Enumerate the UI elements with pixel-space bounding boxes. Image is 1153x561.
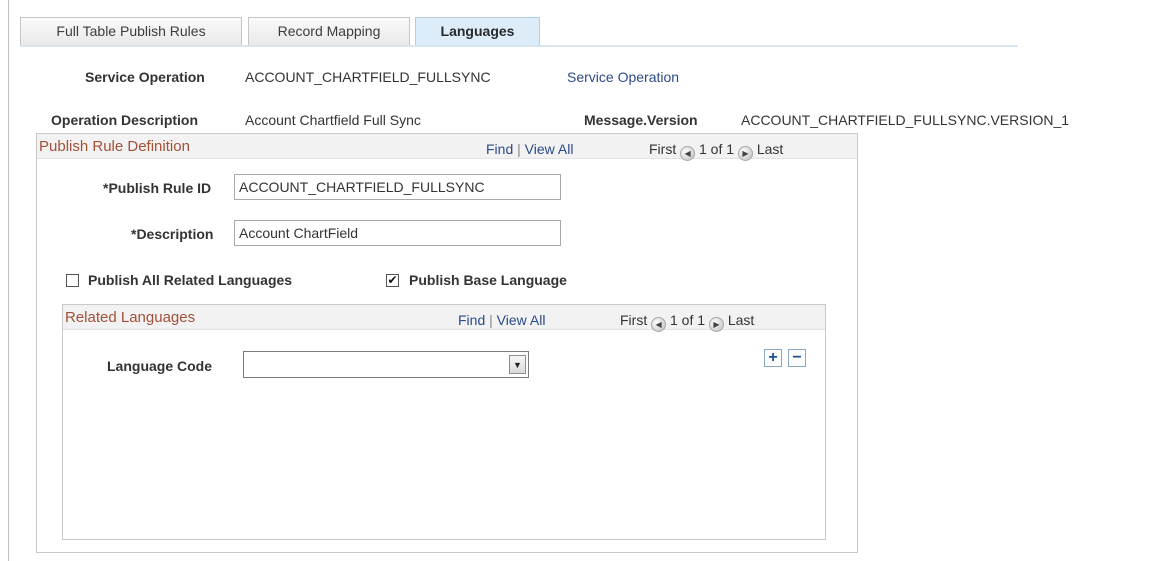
find-link[interactable]: Find <box>486 141 513 157</box>
first-label: First <box>649 141 677 157</box>
arrow-left-circle-icon[interactable]: ◀ <box>680 146 696 161</box>
service-operation-label: Service Operation <box>85 69 205 85</box>
arrow-right-circle-icon[interactable]: ▶ <box>708 317 724 332</box>
description-input[interactable]: Account ChartField <box>234 220 561 246</box>
related-languages-paging: First ◀ 1 of 1 ▶ Last <box>620 312 754 332</box>
publish-all-related-checkbox[interactable] <box>66 274 79 287</box>
add-row-button[interactable]: + <box>764 349 782 367</box>
row-count: 1 of 1 <box>699 141 735 157</box>
publish-rule-definition-title: Publish Rule Definition <box>39 138 190 155</box>
description-label: *Description <box>131 226 214 242</box>
publish-rule-id-input[interactable]: ACCOUNT_CHARTFIELD_FULLSYNC <box>234 174 561 200</box>
language-code-select[interactable]: ▼ <box>243 351 529 378</box>
page-left-border <box>8 0 9 561</box>
last-label: Last <box>756 141 784 157</box>
view-all-link[interactable]: View All <box>525 141 574 157</box>
chevron-down-icon[interactable]: ▼ <box>509 355 526 374</box>
publish-all-related-label: Publish All Related Languages <box>88 272 293 288</box>
tab-record-mapping[interactable]: Record Mapping <box>248 17 410 45</box>
related-languages-title: Related Languages <box>65 309 196 326</box>
tab-languages[interactable]: Languages <box>415 17 540 45</box>
publish-rule-paging: First ◀ 1 of 1 ▶ Last <box>649 141 783 161</box>
language-code-label: Language Code <box>107 358 213 374</box>
publish-rule-definition-group: Publish Rule Definition Find | View All … <box>36 133 858 553</box>
publish-base-language-label: Publish Base Language <box>409 272 567 288</box>
view-all-link[interactable]: View All <box>497 312 546 328</box>
arrow-right-circle-icon[interactable]: ▶ <box>737 146 753 161</box>
message-version-label: Message.Version <box>584 112 698 128</box>
last-label: Last <box>727 312 755 328</box>
tab-underline <box>20 45 1018 47</box>
arrow-left-circle-icon[interactable]: ◀ <box>651 317 667 332</box>
nav-separator: | <box>517 141 521 157</box>
tab-full-table-publish-rules[interactable]: Full Table Publish Rules <box>20 17 242 45</box>
related-languages-nav: Find | View All <box>458 312 545 328</box>
publish-rule-nav: Find | View All <box>486 141 573 157</box>
delete-row-button[interactable]: − <box>788 349 806 367</box>
operation-description-value: Account Chartfield Full Sync <box>245 112 421 128</box>
service-operation-link[interactable]: Service Operation <box>567 69 679 85</box>
message-version-value: ACCOUNT_CHARTFIELD_FULLSYNC.VERSION_1 <box>741 112 1070 128</box>
publish-base-language-checkbox[interactable]: ✔ <box>386 274 399 287</box>
row-count: 1 of 1 <box>670 312 706 328</box>
first-label: First <box>620 312 648 328</box>
publish-rule-id-label: *Publish Rule ID <box>103 180 212 196</box>
nav-separator: | <box>489 312 493 328</box>
operation-description-label: Operation Description <box>51 112 199 128</box>
find-link[interactable]: Find <box>458 312 485 328</box>
service-operation-value: ACCOUNT_CHARTFIELD_FULLSYNC <box>245 69 491 85</box>
related-languages-group: Related Languages Find | View All First … <box>62 304 826 540</box>
